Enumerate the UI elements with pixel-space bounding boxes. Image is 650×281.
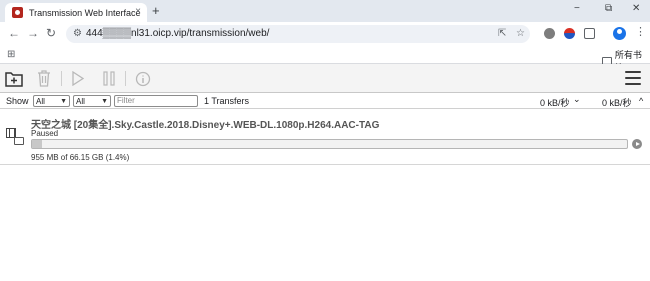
bookmark-star-icon[interactable]: ☆: [516, 28, 525, 39]
upload-arrow-icon: ^: [639, 96, 644, 106]
tab-strip: Transmission Web Interface × + − ⧉ ✕: [0, 0, 650, 22]
filter-bar: Show All ▼ All ▼ Filter 1 Transfers 0 kB…: [0, 93, 650, 109]
torrent-status: Paused: [31, 129, 59, 138]
torrent-size: 955 MB of 66.15 GB (1.4%): [31, 153, 130, 162]
address-bar[interactable]: ⚙ 444▒▒▒▒nl31.oicp.vip/transmission/web/…: [66, 25, 530, 43]
forward-button[interactable]: →: [27, 27, 39, 39]
play-icon: [72, 71, 84, 86]
extension-globe-icon[interactable]: [544, 28, 555, 39]
close-window-button[interactable]: ✕: [632, 4, 640, 14]
transmission-toolbar: [0, 64, 650, 93]
reload-button[interactable]: ↻: [46, 27, 56, 39]
remove-torrent-button[interactable]: [36, 69, 52, 88]
url-text[interactable]: 444▒▒▒▒nl31.oicp.vip/transmission/web/: [86, 28, 269, 39]
site-info-icon[interactable]: ⚙: [73, 28, 82, 39]
start-torrent-button[interactable]: [70, 69, 86, 88]
transfers-count: 1 Transfers: [204, 96, 250, 106]
torrent-progress-fill: [32, 140, 43, 148]
inspector-button[interactable]: [134, 69, 151, 88]
info-icon: [135, 71, 150, 86]
browser-tab[interactable]: Transmission Web Interface ×: [5, 3, 147, 22]
browser-toolbar: ← → ↻ ⚙ 444▒▒▒▒nl31.oicp.vip/transmissio…: [0, 22, 650, 45]
apps-grid-icon[interactable]: ⊞: [7, 49, 15, 60]
torrent-name: 天空之城 [20集全].Sky.Castle.2018.Disney+.WEB-…: [31, 120, 380, 131]
chevron-down-icon: ▼: [101, 97, 108, 105]
bookmarks-bar: ⊞ 所有书签: [0, 45, 650, 73]
new-tab-button[interactable]: +: [152, 4, 160, 17]
tracker-filter-select[interactable]: All ▼: [73, 95, 111, 107]
extension-flag-icon[interactable]: [564, 28, 575, 39]
filter-input[interactable]: Filter: [114, 95, 198, 107]
open-torrent-button[interactable]: [5, 69, 23, 88]
chevron-down-icon: ▼: [60, 97, 67, 105]
share-icon[interactable]: ⇱: [498, 28, 506, 39]
pause-icon: [103, 71, 115, 86]
download-arrow-icon: ⌄: [573, 94, 581, 104]
state-filter-value: All: [36, 96, 45, 106]
tracker-filter-value: All: [76, 96, 85, 106]
toolbar-divider: [125, 71, 126, 86]
state-filter-select[interactable]: All ▼: [33, 95, 70, 107]
restore-button[interactable]: ⧉: [605, 4, 612, 14]
folder-icon: [14, 137, 24, 145]
tab-title: Transmission Web Interface: [29, 7, 141, 18]
open-torrent-icon: [5, 72, 23, 87]
browser-menu-icon[interactable]: ⋮: [635, 27, 646, 38]
pause-torrent-button[interactable]: [101, 69, 117, 88]
torrent-row[interactable]: 天空之城 [20集全].Sky.Castle.2018.Disney+.WEB-…: [0, 109, 650, 165]
back-button[interactable]: ←: [8, 27, 20, 39]
toolbar-divider: [61, 71, 62, 86]
trash-icon: [38, 70, 50, 87]
transmission-favicon-icon: [12, 7, 23, 18]
torrent-progress-bar: [31, 139, 628, 149]
show-label: Show: [6, 96, 29, 106]
menu-icon[interactable]: [625, 71, 641, 89]
minimize-button[interactable]: −: [574, 4, 580, 14]
extensions-puzzle-icon[interactable]: [584, 28, 595, 39]
tab-close-icon[interactable]: ×: [135, 7, 141, 17]
resume-torrent-icon[interactable]: [632, 139, 642, 149]
upload-speed: 0 kB/秒: [602, 98, 632, 108]
download-speed: 0 kB/秒: [540, 98, 570, 108]
profile-avatar-icon[interactable]: [613, 27, 626, 40]
